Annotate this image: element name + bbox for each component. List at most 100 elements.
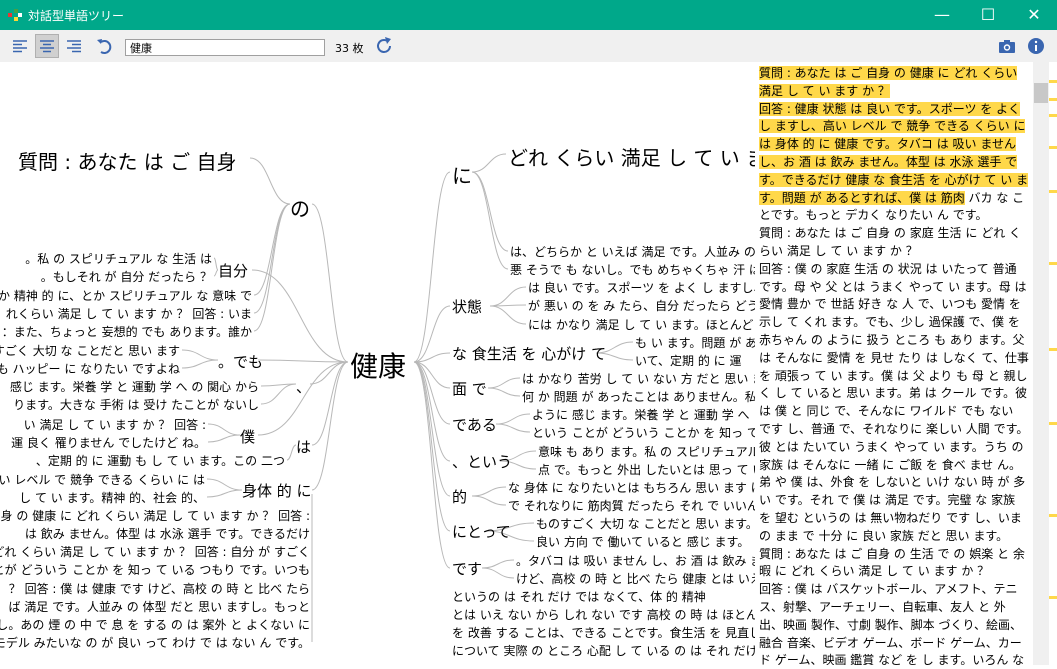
tree-link [311, 361, 349, 446]
tree-link [253, 203, 291, 314]
tree-leaf[interactable]: ように 感じ ます。栄養 学 と 運動 学 へ [532, 408, 750, 422]
tree-leaf[interactable]: とは いえ ない から しれ ない です 高校 の 時 は ほとんど [452, 608, 755, 622]
tree-node[interactable]: にとって [452, 521, 511, 542]
tree-leaf[interactable]: は、どちらか と いえば 満足 です。人並み の [510, 245, 755, 259]
tree-leaf[interactable]: 悪 そうで も ないし。でも めちゃくちゃ 汗 は か [510, 263, 755, 277]
tree-link [207, 434, 241, 443]
align-right-button[interactable] [62, 34, 86, 58]
tree-leaf[interactable]: か 精神 的 に、とか スピリチュアル な 意味 で [0, 289, 252, 303]
tree-node[interactable]: 自分 [218, 260, 248, 281]
tree-leaf[interactable]: 。もしそれ が 自分 だったら ？ [41, 270, 212, 284]
tree-node[interactable]: 的 [452, 486, 467, 507]
tree-link [481, 567, 515, 579]
tree-leaf[interactable]: 。私 の スピリチュアル な 生活 は [25, 252, 212, 266]
tree-leaf[interactable]: ことが どういう ことか を 知っ て いる つもり です。いつも [0, 563, 310, 577]
tree-node[interactable]: 、という [452, 451, 512, 472]
tree-link [471, 153, 507, 173]
tree-leaf[interactable]: 何 か 問題 が あったことは ありません。私 [522, 390, 755, 404]
screenshot-button[interactable] [995, 34, 1019, 58]
tree-link [489, 286, 527, 307]
tree-link [413, 361, 451, 497]
tree-leaf[interactable]: 良い 方向 で 働いて いると 感じ ます。 [536, 535, 749, 549]
tree-leaf[interactable]: い 満足 し て い ます か ？ 回答 : [24, 418, 206, 432]
tree-leaf[interactable]: ものすごく 大切 な ことだと 思い ます。そ [536, 517, 755, 531]
undo-button[interactable] [92, 34, 116, 58]
tree-root[interactable]: 健康 [350, 345, 406, 385]
tree-node[interactable]: 身体 的 に [242, 480, 312, 501]
minimize-button[interactable]: — [919, 0, 965, 30]
tree-leaf[interactable]: けど、高校 の 時 と 比べ たら 健康 とは いえ [516, 572, 755, 586]
tree-leaf[interactable]: も い ます。問題 が あ [635, 336, 755, 350]
tree-link [311, 361, 349, 491]
tree-node[interactable]: 僕 [240, 426, 255, 447]
tree-leaf[interactable]: は かなり 苦労 し て い ない 方 だと 思い ます [522, 372, 755, 386]
tree-leaf[interactable]: 高い レベル で 競争 できる くらい に は [0, 473, 205, 487]
tree-node[interactable]: 状態 [452, 296, 482, 317]
align-center-button[interactable] [35, 34, 59, 58]
tree-node[interactable]: です [452, 558, 482, 579]
tree-leaf[interactable]: ？ 回答 : 僕 は 健康 です けど、高校 の 時 と 比べ たら [9, 582, 310, 596]
tree-leaf[interactable]: ば 満足 です。人並み の 体型 だと 思い ますし。もっと [8, 600, 310, 614]
tree-node[interactable]: 面 で [452, 378, 487, 399]
tree-leaf[interactable]: どれ くらい 満足 し て い ます か ？ 回答 : 自分 が すごく [0, 545, 310, 559]
tree-leaf[interactable]: で それなりに 筋肉質 だったら それ で いいん で [508, 499, 755, 513]
tree-leaf[interactable]: 、定期 的 に 運動 も し て い ます。この 二つ [36, 454, 285, 468]
tree-leaf[interactable]: を 改善 する ことは、できる ことです。食生活 を 見直し [452, 626, 755, 640]
tree-link [487, 377, 521, 389]
tree-node[interactable]: 。でも [218, 351, 263, 372]
tree-link [471, 171, 509, 270]
document-scrollbar[interactable] [1033, 62, 1049, 665]
tree-leaf[interactable]: が 悪い の を み たら、自分 だったら どうな [528, 299, 755, 313]
document-panel[interactable]: 質問 : あなた は ご 自身 の 健康 に どれ くらい 満足 し て い ま… [757, 62, 1033, 665]
tree-leaf[interactable]: すごく 大切 な ことだと 思い ます [0, 344, 180, 358]
tree-node[interactable]: な 食生活 を 心がけ て [452, 343, 606, 364]
tree-leaf[interactable]: という ことが どういう ことか を 知っ て いる [532, 426, 755, 440]
tree-link [487, 387, 521, 397]
tree-node[interactable]: どれ くらい 満足 し て い ま [508, 142, 755, 171]
tree-leaf[interactable]: 自身 の 健康 に どれ くらい 満足 し て い ます か ？ 回答 : [0, 509, 310, 523]
maximize-button[interactable]: ☐ [965, 0, 1011, 30]
tree-link [471, 495, 507, 506]
search-input[interactable] [125, 39, 325, 56]
close-button[interactable]: ✕ [1011, 0, 1057, 30]
tree-leaf[interactable]: 運 良く 罹りません でしたけど ね。 [11, 436, 206, 450]
tree-link [413, 361, 451, 425]
answer-text: 回答 : 僕 の 家庭 生活 の 状況 は いたって 普通 です。母 や 父 と… [759, 261, 1029, 543]
tree-link [286, 444, 297, 461]
tree-leaf[interactable]: 意味 も あり ます。私 の スピリチュアル な [538, 445, 755, 459]
tree-leaf[interactable]: れくらい 満足 し て い ます か ？ 回答 : いま [6, 307, 252, 321]
tree-leaf[interactable]: ：また、ちょっと 妄想的 でも あります。誰か [2, 325, 252, 339]
word-tree[interactable]: 健康 質問 : あなた は ご 自身 の 自分 。でも 、 僕 は 身体 的 に… [0, 62, 755, 665]
tree-leaf[interactable]: し て い ます。精神 的、社会 的、 [19, 491, 205, 505]
tree-leaf[interactable]: 点 で。もっと 外出 したいとは 思っ て い [538, 463, 755, 477]
info-button[interactable] [1024, 34, 1048, 58]
card-count: 33 枚 [335, 42, 364, 55]
tree-leaf[interactable]: には かなり 満足 し て い ます。ほとんど 病 [528, 318, 755, 332]
tree-leaf[interactable]: も ハッピー に なりたい ですよね [0, 362, 180, 376]
tree-link [257, 359, 349, 363]
tree-leaf[interactable]: は 良い です。スポーツ を よく し ますし、 [528, 281, 755, 295]
tree-node[interactable]: 、 [296, 376, 311, 397]
refresh-button[interactable] [372, 34, 396, 58]
tree-leaf[interactable]: モデル みたいな の が 良い って わけ で は ない ん です。 [0, 636, 310, 650]
scrollbar-thumb[interactable] [1034, 83, 1048, 103]
tree-link [181, 359, 219, 369]
question-text: 質問 : あなた は ご 自身 の 生活 で の 娯楽 と 余暇 に どれ くら… [759, 546, 1025, 579]
tree-leaf[interactable]: 。タバコ は 吸い ません し、お 酒 は 飲み ま [516, 554, 755, 568]
tree-leaf[interactable]: について 実際 の ところ 心配 し て いる の は それ だけ です [452, 644, 755, 658]
tree-leaf[interactable]: というの は それ だけ では なくて、体 的 精神 [452, 590, 706, 604]
tree-leaf[interactable]: な 身体 に なりたいとは もちろん 思い ます けど [508, 481, 755, 495]
tree-leaf[interactable]: す し。あの 煙 の 中 で 息 を する の は 案外 と よくない に [0, 618, 310, 632]
question-text: 質問 : あなた は ご 自身 の 家庭 生活 に どれ くらい 満足 し て … [759, 226, 1022, 258]
tree-leaf[interactable]: は 飲み ません。体型 は 水泳 選手 です。できるだけ [25, 527, 310, 541]
tree-leaf[interactable]: いて、定期 的 に 運 [635, 354, 741, 368]
tree-node[interactable]: 質問 : あなた は ご 自身 [18, 146, 237, 175]
tree-node[interactable]: に [452, 160, 472, 189]
tree-node[interactable]: の [290, 193, 310, 222]
tree-leaf[interactable]: 感じ ます。栄養 学 と 運動 学 へ の 関心 から [10, 380, 259, 394]
tree-node[interactable]: である [452, 414, 497, 435]
align-left-button[interactable] [8, 34, 32, 58]
tree-node[interactable]: は [296, 436, 311, 457]
tree-leaf[interactable]: ります。大きな 手術 は 受け たことが ないし [13, 398, 259, 412]
tree-link [207, 423, 241, 436]
